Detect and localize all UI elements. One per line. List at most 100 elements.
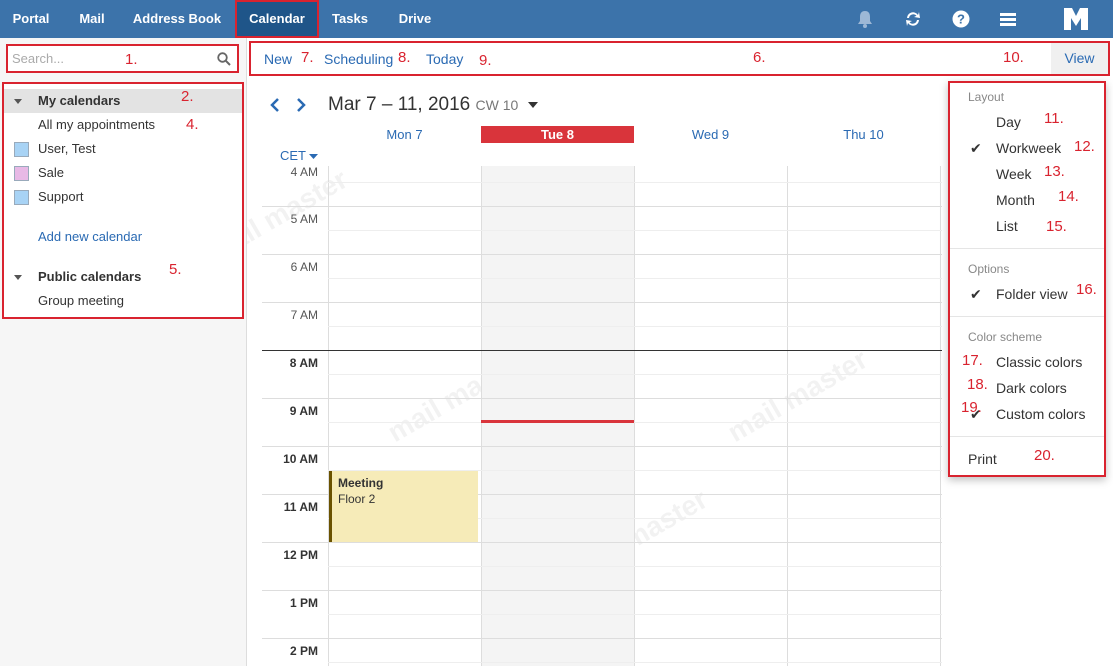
timezone-label: CET: [280, 148, 306, 163]
nav-calendar[interactable]: Calendar: [235, 0, 319, 38]
menu-item-label: Folder view: [996, 286, 1068, 302]
annotation-label: 9.: [479, 52, 492, 69]
hour-label: 2 PM: [289, 644, 318, 658]
half-hour-line: [328, 566, 942, 567]
left-sidebar: 1. My calendars All my appointments User…: [0, 38, 247, 666]
hour-line: [262, 398, 942, 399]
annotation-label: 11.: [1044, 110, 1064, 127]
day-header-mon[interactable]: Mon 7: [328, 126, 481, 143]
scheduling-button[interactable]: Scheduling: [324, 51, 393, 67]
today-column: [481, 166, 634, 666]
today-button[interactable]: Today: [426, 51, 463, 67]
calendar-item-label: All my appointments: [38, 117, 156, 132]
nav-mail[interactable]: Mail: [66, 0, 118, 38]
hour-line: [262, 446, 942, 447]
day-header-tue[interactable]: Tue 8: [481, 126, 634, 143]
menu-item-print[interactable]: Print: [950, 447, 1104, 471]
calendar-item-label: Support: [38, 189, 84, 204]
date-range-selector[interactable]: Mar 7 – 11, 2016 CW 10: [328, 94, 539, 116]
nav-portal[interactable]: Portal: [0, 0, 62, 38]
options-section-label: Options: [968, 262, 1010, 276]
calendar-item-user-test[interactable]: User, Test: [4, 137, 242, 161]
menu-item-week[interactable]: Week: [950, 162, 1104, 186]
menu-item-label: List: [996, 218, 1018, 234]
my-calendars-header[interactable]: My calendars: [4, 89, 242, 113]
calendar-tree: My calendars All my appointments User, T…: [2, 82, 244, 319]
add-new-calendar-link[interactable]: Add new calendar: [4, 225, 242, 249]
menu-item-list[interactable]: List: [950, 214, 1104, 238]
grid-column-line: [328, 166, 329, 666]
calendar-item-label: Group meeting: [38, 293, 124, 308]
annotation-label: 19.: [961, 399, 982, 416]
nav-address-book[interactable]: Address Book: [124, 0, 230, 38]
half-hour-line: [328, 326, 942, 327]
menu-item-label: Custom colors: [996, 406, 1086, 422]
day-header-wed[interactable]: Wed 9: [634, 126, 787, 143]
menu-item-day[interactable]: Day: [950, 110, 1104, 134]
menu-item-month[interactable]: Month: [950, 188, 1104, 212]
caret-down-icon[interactable]: [309, 153, 319, 160]
my-calendars-label: My calendars: [38, 93, 121, 108]
current-time-indicator: [481, 420, 634, 423]
calendar-color-swatch[interactable]: [14, 190, 29, 205]
annotation-label: 7.: [301, 49, 314, 66]
hour-label: 6 AM: [290, 260, 318, 274]
grid-column-line: [940, 166, 941, 666]
appointment-meeting[interactable]: Meeting Floor 2: [329, 471, 478, 542]
caret-down-icon[interactable]: [527, 100, 539, 110]
date-range-label: Mar 7 – 11, 2016: [328, 94, 471, 115]
view-button[interactable]: View: [1051, 43, 1108, 74]
half-hour-line: [328, 422, 942, 423]
search-icon[interactable]: [217, 52, 231, 66]
top-navigation-bar: Portal Mail Address Book Calendar Tasks …: [0, 0, 1113, 38]
calendar-item-sale[interactable]: Sale: [4, 161, 242, 185]
annotation-label: 20.: [1034, 447, 1055, 464]
calendar-item-support[interactable]: Support: [4, 185, 242, 209]
hour-label: 11 AM: [283, 500, 318, 514]
hour-label: 12 PM: [283, 548, 318, 562]
menu-item-label: Dark colors: [996, 380, 1067, 396]
half-hour-line: [328, 230, 942, 231]
annotation-label: 13.: [1044, 163, 1065, 180]
menu-item-label: Day: [996, 114, 1021, 130]
grid-column-line: [634, 166, 635, 666]
chevron-left-icon[interactable]: [268, 96, 282, 114]
calendar-toolbar: New Scheduling Today View 7. 8. 9. 6. 10…: [249, 41, 1110, 76]
calendar-item-group-meeting[interactable]: Group meeting: [4, 289, 242, 313]
annotation-label: 2.: [181, 88, 194, 105]
calendar-color-swatch[interactable]: [14, 142, 29, 157]
menu-icon[interactable]: [998, 9, 1018, 29]
caret-down-icon[interactable]: [14, 275, 22, 280]
calendar-color-swatch[interactable]: [14, 166, 29, 181]
public-calendars-header[interactable]: Public calendars: [4, 265, 242, 289]
hour-label: 4 AM: [290, 166, 318, 179]
add-new-calendar-label: Add new calendar: [38, 229, 143, 244]
annotation-label: 6.: [753, 49, 766, 66]
nav-drive[interactable]: Drive: [388, 0, 442, 38]
annotation-label: 14.: [1058, 188, 1079, 205]
checkmark-icon: ✔: [970, 140, 982, 156]
caret-down-icon[interactable]: [14, 99, 22, 104]
svg-text:?: ?: [957, 12, 965, 27]
help-icon[interactable]: ?: [951, 9, 971, 29]
day-header-thu[interactable]: Thu 10: [787, 126, 940, 143]
search-input[interactable]: [12, 49, 207, 68]
new-button[interactable]: New: [264, 51, 292, 67]
nav-tasks[interactable]: Tasks: [322, 0, 378, 38]
calendar-item-all[interactable]: All my appointments: [4, 113, 242, 137]
calendar-item-label: User, Test: [38, 141, 96, 156]
half-hour-line: [328, 182, 942, 183]
menu-divider: [950, 436, 1104, 437]
chevron-right-icon[interactable]: [294, 96, 308, 114]
bell-icon[interactable]: [855, 9, 875, 29]
calendar-item-label: Sale: [38, 165, 65, 180]
hour-line: [262, 542, 942, 543]
annotation-label: 1.: [125, 51, 138, 68]
refresh-icon[interactable]: [903, 9, 923, 29]
annotation-label: 18.: [967, 376, 988, 393]
annotation-label: 4.: [186, 116, 199, 133]
public-calendars-label: Public calendars: [38, 269, 142, 284]
timezone-selector[interactable]: CET: [280, 148, 319, 163]
hour-label: 10 AM: [283, 452, 318, 466]
color-scheme-section-label: Color scheme: [968, 330, 1043, 344]
